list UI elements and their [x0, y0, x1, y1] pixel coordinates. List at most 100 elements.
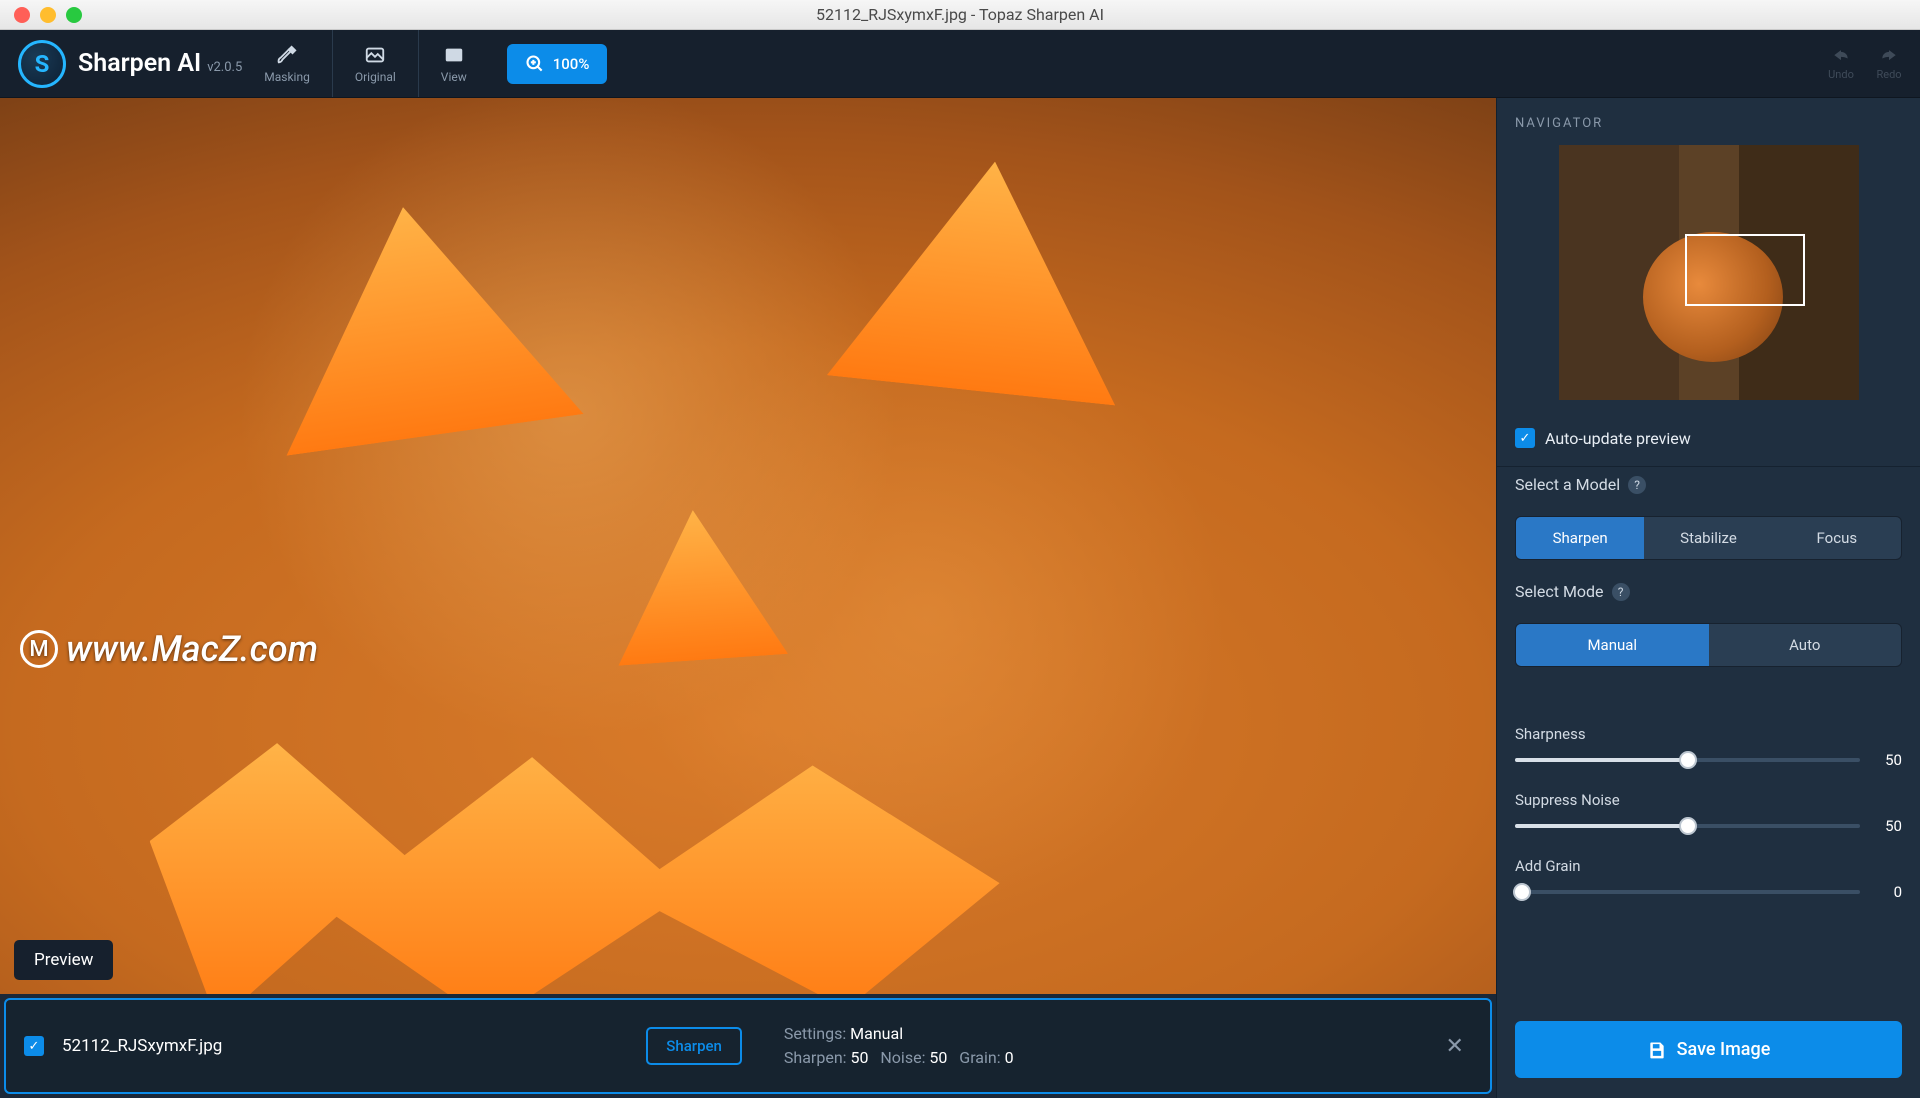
grain-slider[interactable] — [1515, 890, 1860, 894]
save-button-label: Save Image — [1677, 1039, 1771, 1060]
top-toolbar: S Sharpen AI v2.0.5 Masking Original Vie… — [0, 30, 1920, 98]
grain-label: Add Grain — [1515, 857, 1902, 875]
auto-update-checkbox[interactable]: ✓ — [1515, 428, 1535, 448]
watermark-text: www.MacZ.com — [66, 628, 318, 670]
file-checkbox[interactable]: ✓ — [24, 1036, 44, 1056]
grain-label: Grain: — [959, 1048, 1000, 1067]
original-label: Original — [355, 70, 396, 84]
brush-icon — [276, 44, 298, 66]
app-version: v2.0.5 — [207, 60, 242, 75]
masking-label: Masking — [264, 70, 310, 84]
redo-icon — [1876, 46, 1902, 66]
spacer — [1515, 689, 1902, 703]
noise-value: 50 — [929, 1048, 947, 1067]
view-icon — [443, 44, 465, 66]
undo-label: Undo — [1828, 68, 1854, 81]
sharpness-value: 50 — [1874, 751, 1902, 769]
original-button[interactable]: Original — [332, 30, 418, 97]
zoom-in-icon — [525, 54, 545, 74]
file-settings-summary: Settings: Manual Sharpen: 50 Noise: 50 G… — [784, 1022, 1014, 1070]
help-icon[interactable]: ? — [1628, 476, 1646, 494]
navigator-viewport[interactable] — [1685, 234, 1805, 306]
auto-update-label: Auto-update preview — [1545, 429, 1691, 448]
noise-label: Suppress Noise — [1515, 791, 1902, 809]
select-mode-label-row: Select Mode ? — [1515, 582, 1902, 601]
sharpness-label: Sharpness — [1515, 725, 1902, 743]
masking-button[interactable]: Masking — [242, 30, 332, 97]
navigator-section: NAVIGATOR — [1497, 98, 1920, 414]
slider-fill — [1515, 758, 1688, 762]
file-name: 52112_RJSxymxF.jpg — [62, 1036, 222, 1056]
settings-mode-value: Manual — [850, 1024, 903, 1043]
zoom-value: 100% — [553, 55, 590, 73]
select-mode-label: Select Mode — [1515, 582, 1604, 601]
undo-button[interactable]: Undo — [1828, 46, 1854, 81]
app-logo: S — [18, 40, 66, 88]
file-model-badge: Sharpen — [646, 1027, 742, 1065]
image-icon — [364, 44, 386, 66]
view-button[interactable]: View — [418, 30, 489, 97]
file-close-button[interactable]: ✕ — [1438, 1026, 1472, 1067]
canvas-column: M www.MacZ.com Preview ✓ 52112_RJSxymxF.… — [0, 98, 1496, 1098]
redo-button[interactable]: Redo — [1876, 46, 1902, 81]
sharpen-value: 50 — [851, 1048, 869, 1067]
sharpness-slider-group: Sharpness 50 — [1515, 725, 1902, 769]
undo-icon — [1828, 46, 1854, 66]
toolbar-right: Masking Original View 100% — [242, 30, 607, 97]
select-model-label-row: Select a Model ? — [1515, 475, 1902, 494]
noise-slider[interactable] — [1515, 824, 1860, 828]
noise-label: Noise: — [880, 1048, 925, 1067]
model-focus-button[interactable]: Focus — [1773, 517, 1901, 559]
image-shape — [255, 186, 584, 456]
navigator-thumbnail[interactable] — [1559, 145, 1859, 400]
slider-thumb[interactable] — [1513, 883, 1531, 901]
divider — [1497, 466, 1920, 467]
image-canvas[interactable]: M www.MacZ.com Preview — [0, 98, 1496, 994]
grain-value: 0 — [1005, 1048, 1014, 1067]
slider-fill — [1515, 824, 1688, 828]
image-content — [0, 98, 1496, 994]
mode-segmented: Manual Auto — [1515, 623, 1902, 667]
watermark: M www.MacZ.com — [20, 628, 318, 670]
mode-manual-button[interactable]: Manual — [1516, 624, 1709, 666]
mode-auto-button[interactable]: Auto — [1709, 624, 1902, 666]
model-stabilize-button[interactable]: Stabilize — [1644, 517, 1772, 559]
select-model-label: Select a Model — [1515, 475, 1620, 494]
window-titlebar: 52112_RJSxymxF.jpg - Topaz Sharpen AI — [0, 0, 1920, 30]
model-segmented: Sharpen Stabilize Focus — [1515, 516, 1902, 560]
minimize-window-button[interactable] — [40, 7, 56, 23]
redo-label: Redo — [1876, 68, 1901, 81]
noise-slider-group: Suppress Noise 50 — [1515, 791, 1902, 835]
settings-label: Settings: — [784, 1024, 846, 1043]
view-label: View — [441, 70, 467, 84]
auto-update-row[interactable]: ✓ Auto-update preview — [1497, 414, 1920, 462]
traffic-lights — [0, 7, 82, 23]
model-sharpen-button[interactable]: Sharpen — [1516, 517, 1644, 559]
slider-thumb[interactable] — [1679, 751, 1697, 769]
file-strip[interactable]: ✓ 52112_RJSxymxF.jpg Sharpen Settings: M… — [4, 998, 1492, 1094]
right-panel: NAVIGATOR ✓ Auto-update preview Select a… — [1496, 98, 1920, 1098]
maximize-window-button[interactable] — [66, 7, 82, 23]
brand: S Sharpen AI v2.0.5 — [18, 40, 242, 88]
help-icon[interactable]: ? — [1612, 583, 1630, 601]
watermark-icon: M — [20, 630, 58, 668]
grain-value: 0 — [1874, 883, 1902, 901]
image-shape — [150, 743, 1000, 994]
main-area: M www.MacZ.com Preview ✓ 52112_RJSxymxF.… — [0, 98, 1920, 1098]
save-icon — [1647, 1040, 1667, 1060]
preview-button[interactable]: Preview — [14, 940, 113, 980]
undo-redo-group: Undo Redo — [1828, 46, 1902, 81]
navigator-title: NAVIGATOR — [1515, 116, 1902, 131]
sharpen-label: Sharpen: — [784, 1048, 847, 1067]
noise-value: 50 — [1874, 817, 1902, 835]
window-title: 52112_RJSxymxF.jpg - Topaz Sharpen AI — [816, 5, 1104, 24]
grain-slider-group: Add Grain 0 — [1515, 857, 1902, 901]
save-image-button[interactable]: Save Image — [1515, 1021, 1902, 1078]
app-name: Sharpen AI — [78, 49, 201, 78]
zoom-button[interactable]: 100% — [507, 44, 608, 84]
close-window-button[interactable] — [14, 7, 30, 23]
image-shape — [608, 504, 788, 665]
image-shape — [827, 146, 1139, 405]
sharpness-slider[interactable] — [1515, 758, 1860, 762]
slider-thumb[interactable] — [1679, 817, 1697, 835]
